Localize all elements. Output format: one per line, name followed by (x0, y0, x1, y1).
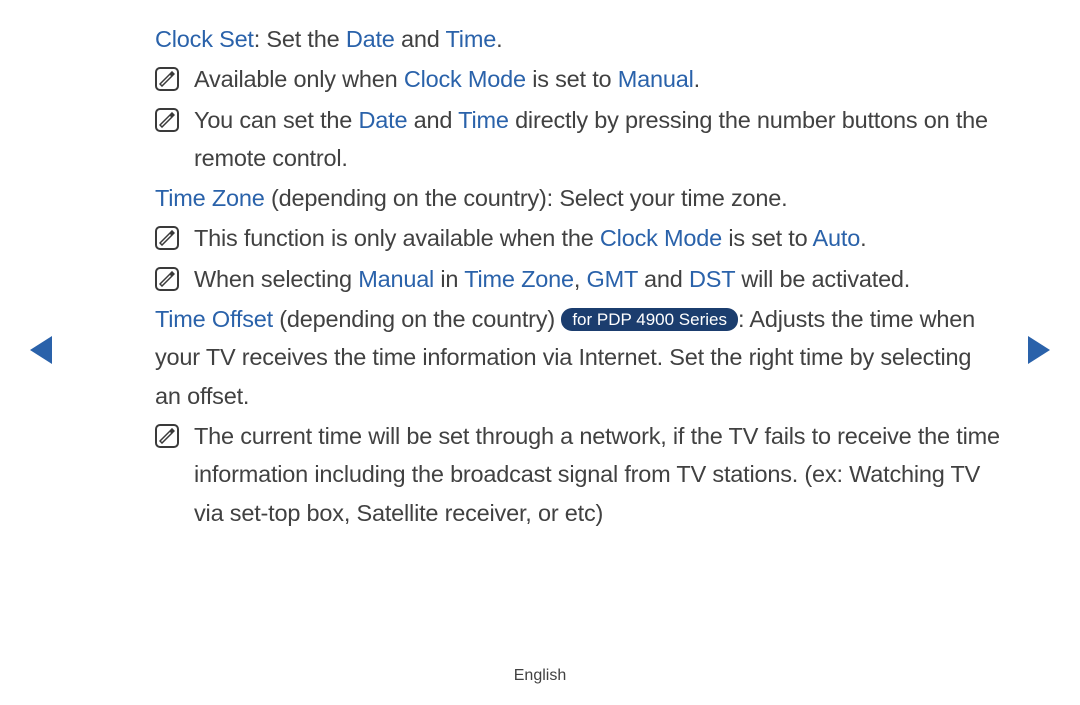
text: This function is only available when the (194, 225, 600, 251)
next-page-arrow[interactable] (1028, 336, 1050, 364)
note-icon (155, 67, 179, 91)
page-content: Clock Set: Set the Date and Time. Availa… (155, 20, 1000, 532)
text: and (395, 26, 446, 52)
note-time-offset-1: The current time will be set through a n… (155, 417, 1000, 532)
text: . (496, 26, 502, 52)
term-time-offset: Time Offset (155, 306, 273, 332)
term-manual: Manual (358, 266, 434, 292)
note-time-zone-2: When selecting Manual in Time Zone, GMT … (155, 260, 1000, 298)
term-auto: Auto (813, 225, 861, 251)
note-clock-set-1: Available only when Clock Mode is set to… (155, 60, 1000, 98)
term-time: Time (458, 107, 509, 133)
text: and (638, 266, 689, 292)
model-badge: for PDP 4900 Series (561, 308, 738, 331)
text: When selecting (194, 266, 358, 292)
section-clock-set: Clock Set: Set the Date and Time. Availa… (155, 20, 1000, 177)
note-icon (155, 226, 179, 250)
term-clock-mode: Clock Mode (600, 225, 722, 251)
text: and (407, 107, 458, 133)
term-time-zone: Time Zone (155, 185, 265, 211)
time-offset-heading: Time Offset (depending on the country) f… (155, 300, 1000, 415)
text: is set to (722, 225, 813, 251)
text: Available only when (194, 66, 404, 92)
time-zone-heading: Time Zone (depending on the country): Se… (155, 179, 1000, 217)
text: : Set the (254, 26, 346, 52)
term-gmt: GMT (587, 266, 638, 292)
note-icon (155, 424, 179, 448)
term-clock-mode: Clock Mode (404, 66, 526, 92)
text: will be activated. (735, 266, 910, 292)
text: . (694, 66, 700, 92)
term-time: Time (446, 26, 497, 52)
text: You can set the (194, 107, 358, 133)
prev-page-arrow[interactable] (30, 336, 52, 364)
note-icon (155, 108, 179, 132)
text: (depending on the country) (273, 306, 561, 332)
note-icon (155, 267, 179, 291)
text: in (434, 266, 464, 292)
page-footer-language: English (0, 667, 1080, 685)
term-date: Date (346, 26, 395, 52)
note-time-zone-1: This function is only available when the… (155, 219, 1000, 257)
section-time-offset: Time Offset (depending on the country) f… (155, 300, 1000, 532)
text: The current time will be set through a n… (194, 423, 1000, 526)
manual-page: Clock Set: Set the Date and Time. Availa… (0, 0, 1080, 705)
term-dst: DST (689, 266, 735, 292)
text: (depending on the country): Select your … (265, 185, 788, 211)
term-date: Date (358, 107, 407, 133)
term-time-zone: Time Zone (464, 266, 574, 292)
section-time-zone: Time Zone (depending on the country): Se… (155, 179, 1000, 298)
note-clock-set-2: You can set the Date and Time directly b… (155, 101, 1000, 178)
text: , (574, 266, 587, 292)
term-clock-set: Clock Set (155, 26, 254, 52)
text: is set to (526, 66, 618, 92)
text: . (860, 225, 866, 251)
clock-set-heading: Clock Set: Set the Date and Time. (155, 20, 1000, 58)
term-manual: Manual (618, 66, 694, 92)
